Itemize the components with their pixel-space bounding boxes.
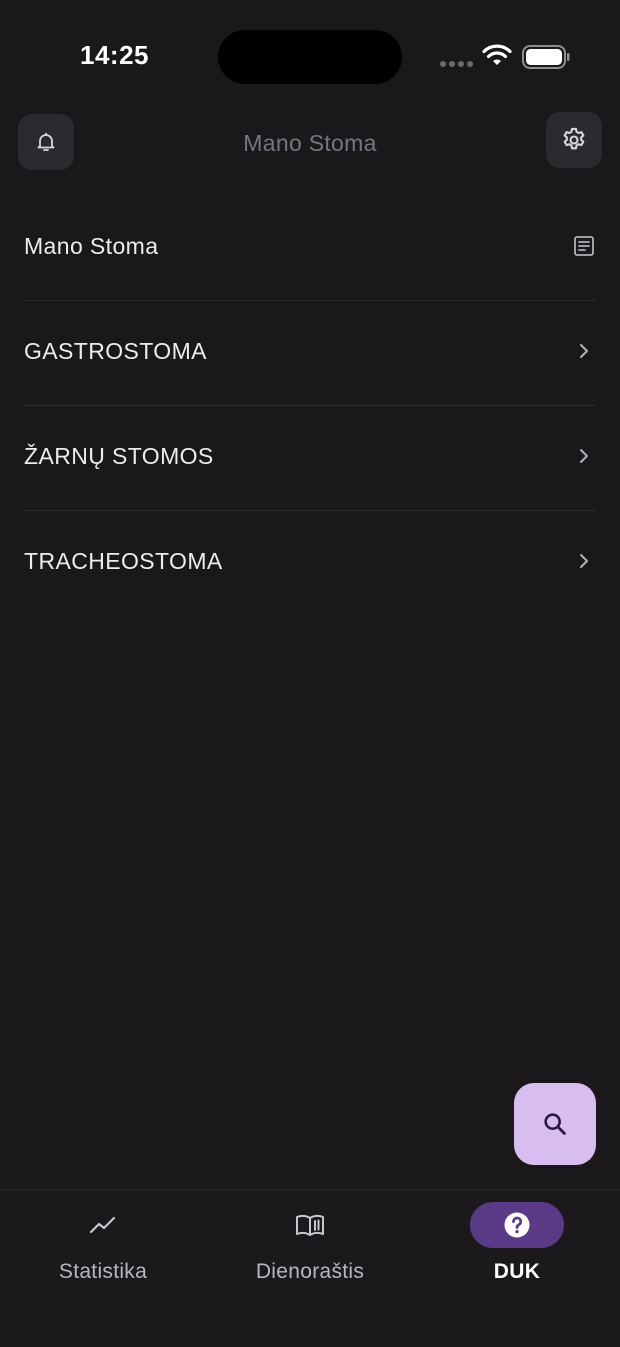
- active-indicator: [470, 1202, 564, 1248]
- search-icon: [544, 1113, 566, 1135]
- trending-icon: [89, 1216, 116, 1234]
- list-item-zarnu-stomos[interactable]: ŽARNŲ STOMOS: [24, 406, 596, 511]
- nav-item-duk[interactable]: DUK: [414, 1190, 620, 1310]
- battery-icon: [522, 45, 570, 69]
- list-item-gastrostoma[interactable]: GASTROSTOMA: [24, 301, 596, 406]
- status-time: 14:25: [80, 40, 149, 70]
- nav-item-statistika[interactable]: Statistika: [0, 1190, 206, 1310]
- list-item-label: ŽARNŲ STOMOS: [24, 443, 214, 469]
- list-item-label: TRACHEOSTOMA: [24, 548, 223, 574]
- settings-button[interactable]: [546, 112, 602, 168]
- cellular-signal-icon: [440, 61, 473, 67]
- top-app-bar: Mano Stoma: [0, 112, 620, 172]
- nav-label: Dienoraštis: [255, 1260, 365, 1283]
- nav-label: Statistika: [58, 1260, 148, 1283]
- list-item-label: GASTROSTOMA: [24, 338, 207, 364]
- wifi-icon: [482, 44, 512, 65]
- document-icon: [574, 236, 594, 256]
- dynamic-island: [218, 30, 402, 84]
- search-fab[interactable]: [514, 1083, 596, 1165]
- page-title: Mano Stoma: [243, 130, 377, 156]
- gear-icon: [563, 127, 585, 150]
- nav-item-dienorastis[interactable]: Dienoraštis: [207, 1190, 413, 1310]
- book-icon: [296, 1214, 324, 1236]
- status-bar: 14:25: [0, 0, 620, 110]
- chevron-right-icon: [580, 449, 588, 463]
- list-item-label: Mano Stoma: [24, 233, 159, 259]
- chevron-right-icon: [580, 554, 588, 568]
- list-item-tracheostoma[interactable]: TRACHEOSTOMA: [24, 511, 596, 615]
- list-item-mano-stoma[interactable]: Mano Stoma: [24, 196, 596, 301]
- help-icon: [504, 1212, 530, 1238]
- topic-list: Mano Stoma GASTROSTOMA ŽARNŲ STOMOS TRAC…: [24, 196, 596, 615]
- bottom-navigation: Statistika Dienoraštis DUK: [0, 1189, 620, 1347]
- nav-label: DUK: [493, 1260, 541, 1283]
- chevron-right-icon: [580, 344, 588, 358]
